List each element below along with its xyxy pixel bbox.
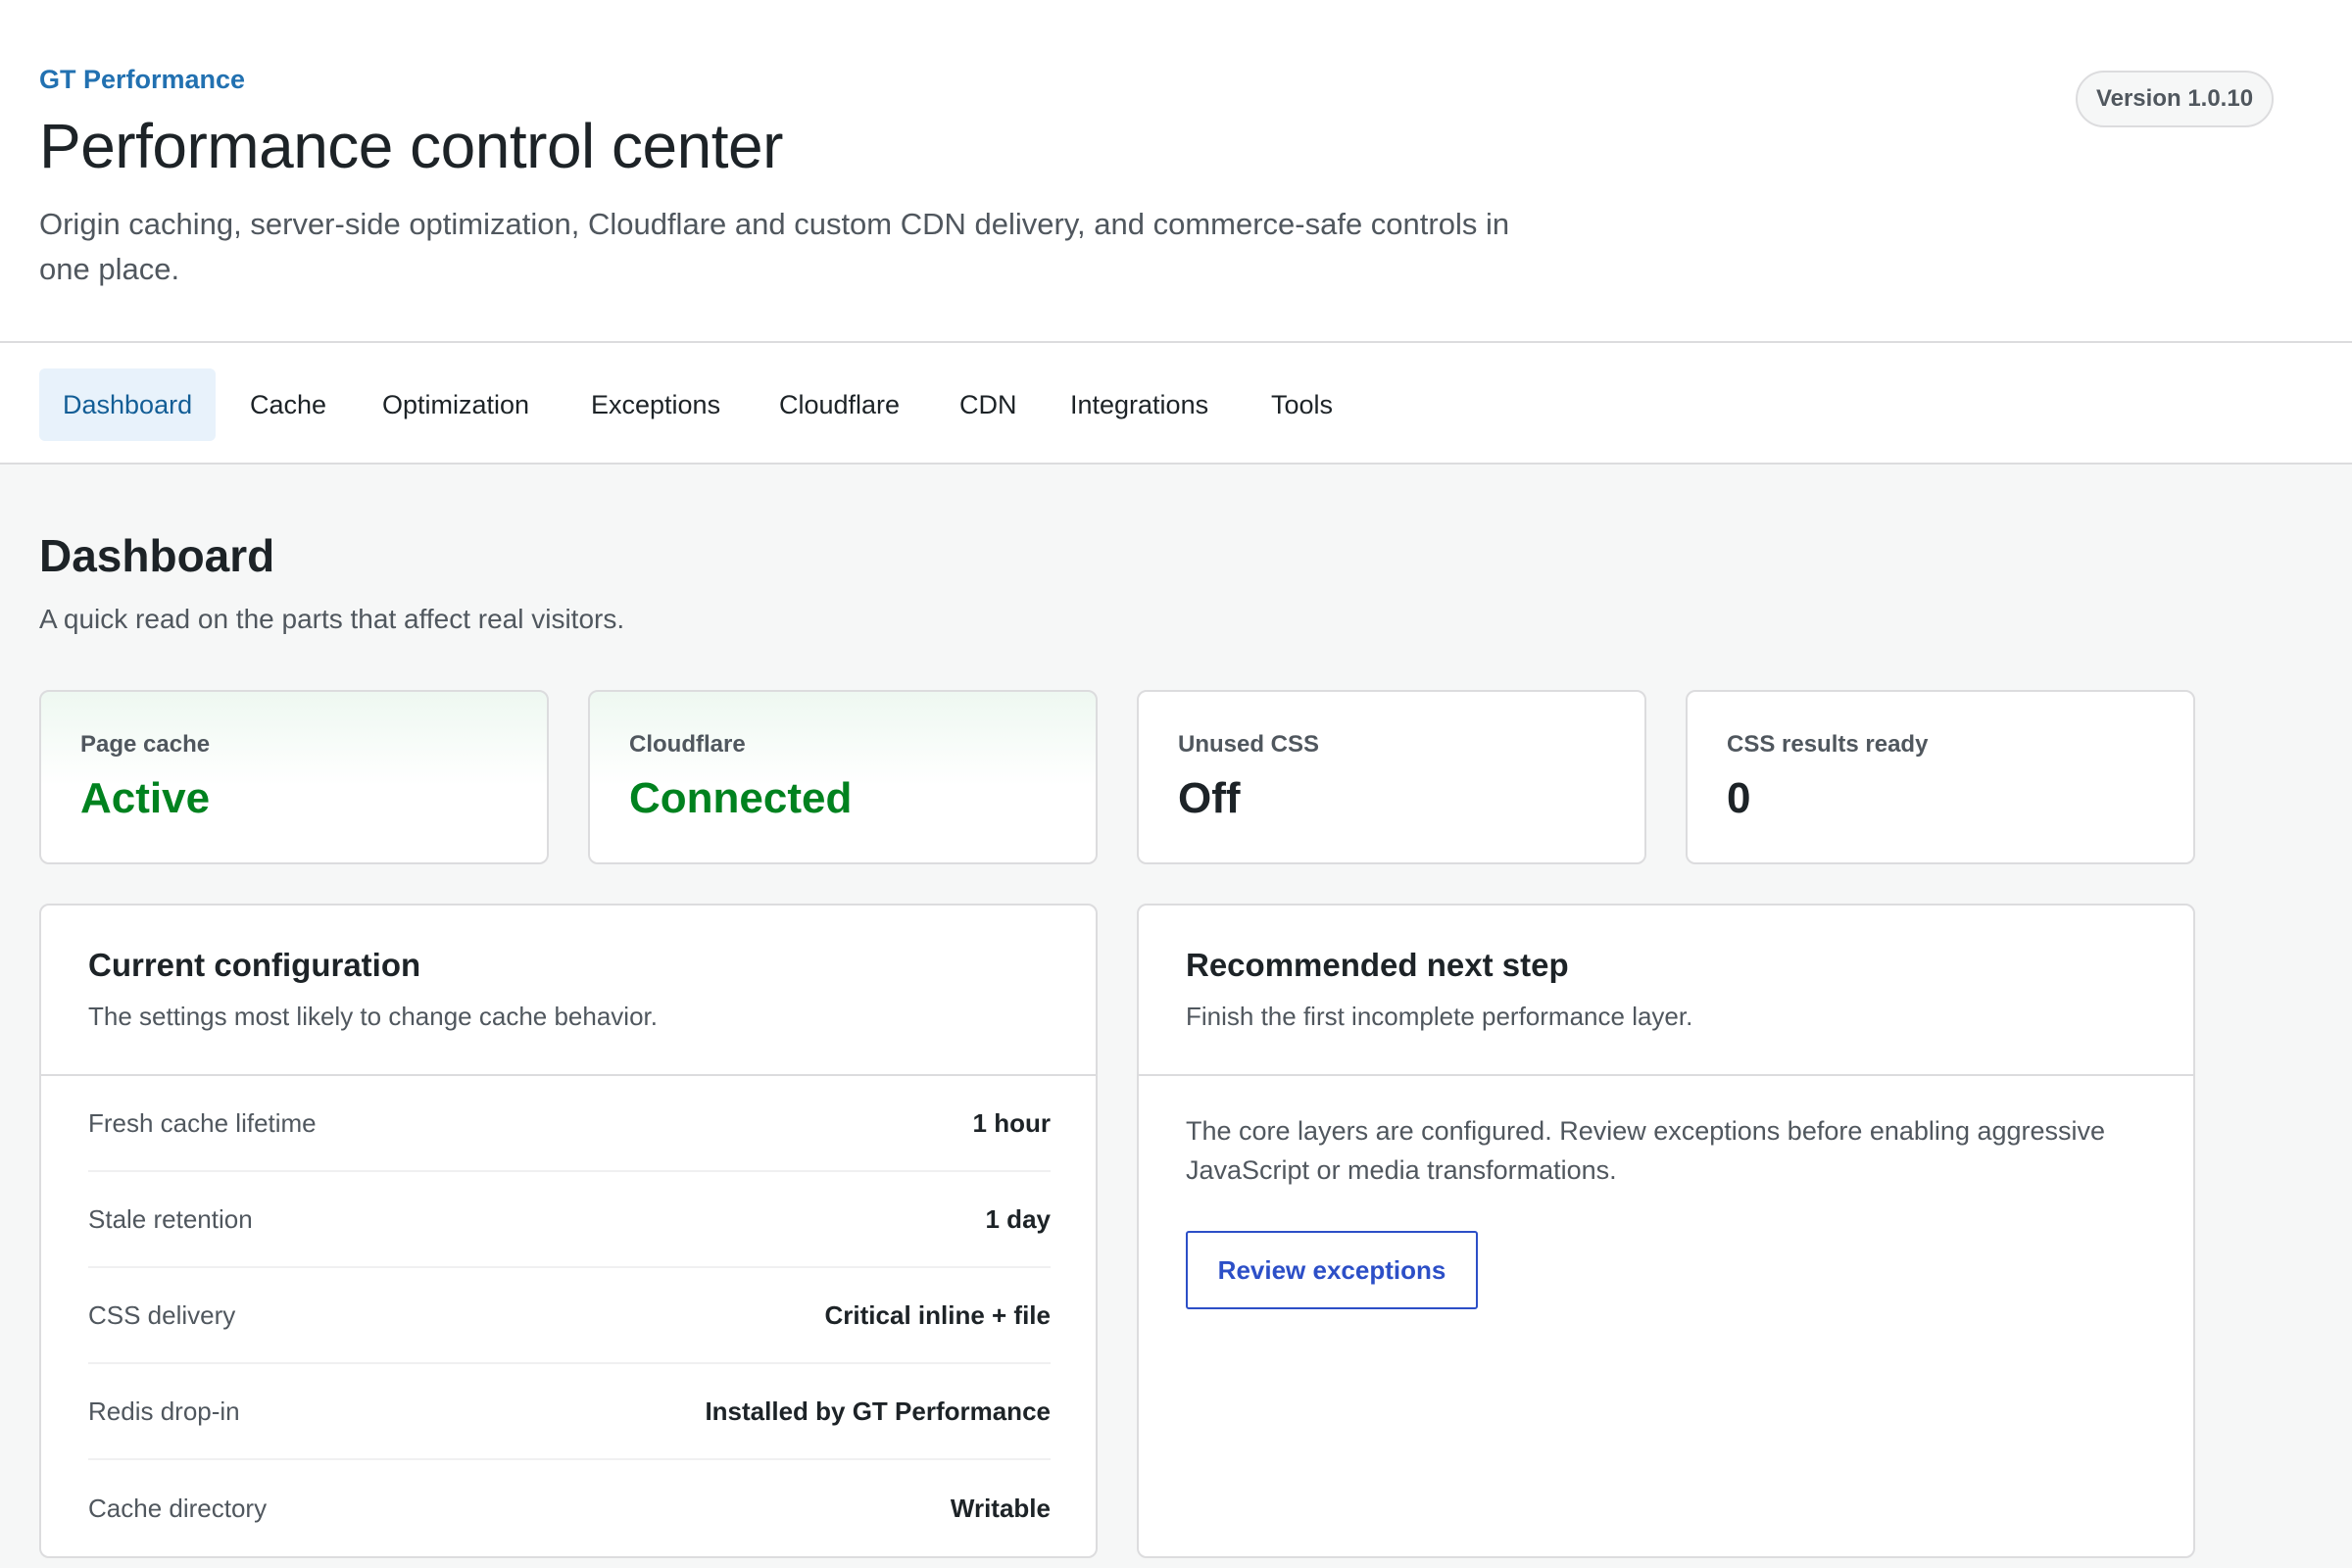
brand-name: GT Performance xyxy=(39,65,246,94)
panel-title: Recommended next step xyxy=(1186,947,1569,983)
tab-bar: Dashboard Cache Optimization Exceptions … xyxy=(0,343,2352,465)
config-value: Writable xyxy=(950,1493,1051,1523)
version-badge: Version 1.0.10 xyxy=(2076,71,2274,127)
tab-tools[interactable]: Tools xyxy=(1271,368,1333,441)
config-key: Cache directory xyxy=(88,1493,268,1523)
config-key: CSS delivery xyxy=(88,1299,236,1330)
stat-card-css-results: CSS results ready 0 xyxy=(1686,690,2195,864)
tab-cache[interactable]: Cache xyxy=(250,368,326,441)
stat-label: Page cache xyxy=(80,731,211,758)
config-value: 1 hour xyxy=(972,1107,1051,1138)
panel-title: Current configuration xyxy=(88,947,421,983)
review-exceptions-button[interactable]: Review exceptions xyxy=(1186,1231,1478,1309)
stat-value: Active xyxy=(80,774,211,822)
config-list: Fresh cache lifetime 1 hour Stale retent… xyxy=(88,1076,1051,1556)
config-row: Cache directory Writable xyxy=(88,1460,1051,1556)
config-key: Fresh cache lifetime xyxy=(88,1107,317,1138)
page-header: GT Performance Performance control cente… xyxy=(0,0,2352,343)
panel-description: Finish the first incomplete performance … xyxy=(1186,1002,1693,1031)
page-subtitle: Origin caching, server-side optimization… xyxy=(39,207,1510,286)
tab-cloudflare[interactable]: Cloudflare xyxy=(779,368,900,441)
config-value: Installed by GT Performance xyxy=(705,1396,1051,1426)
tab-optimization[interactable]: Optimization xyxy=(382,368,529,441)
section-title: Dashboard xyxy=(39,530,275,581)
tab-exceptions[interactable]: Exceptions xyxy=(591,368,720,441)
config-row: Fresh cache lifetime 1 hour xyxy=(88,1076,1051,1172)
config-value: Critical inline + file xyxy=(824,1299,1051,1330)
stat-value: Off xyxy=(1178,774,1241,822)
config-key: Stale retention xyxy=(88,1203,253,1234)
config-row: Stale retention 1 day xyxy=(88,1172,1051,1268)
stat-value: Connected xyxy=(629,774,853,822)
stat-card-page-cache: Page cache Active xyxy=(39,690,549,864)
stat-value: 0 xyxy=(1727,774,1751,822)
panel-description: The settings most likely to change cache… xyxy=(88,1002,658,1031)
stat-label: Unused CSS xyxy=(1178,731,1320,758)
config-value: 1 day xyxy=(985,1203,1052,1234)
panel-header: Current configuration The settings most … xyxy=(41,906,1096,1076)
stat-card-cloudflare: Cloudflare Connected xyxy=(588,690,1098,864)
panel-header: Recommended next step Finish the first i… xyxy=(1139,906,2193,1076)
stat-label: Cloudflare xyxy=(629,731,746,758)
section-description: A quick read on the parts that affect re… xyxy=(39,604,625,634)
tab-dashboard[interactable]: Dashboard xyxy=(39,368,217,441)
tab-cdn[interactable]: CDN xyxy=(959,368,1017,441)
recommendation-text: The core layers are configured. Review e… xyxy=(1186,1116,2106,1185)
current-configuration-panel: Current configuration The settings most … xyxy=(39,904,1098,1558)
config-row: CSS delivery Critical inline + file xyxy=(88,1268,1051,1364)
recommended-next-step-panel: Recommended next step Finish the first i… xyxy=(1137,904,2195,1558)
page-title: Performance control center xyxy=(39,111,783,181)
tab-integrations[interactable]: Integrations xyxy=(1070,368,1208,441)
stat-card-unused-css: Unused CSS Off xyxy=(1137,690,1646,864)
config-key: Redis drop-in xyxy=(88,1396,240,1426)
stat-label: CSS results ready xyxy=(1727,731,1929,758)
config-row: Redis drop-in Installed by GT Performanc… xyxy=(88,1364,1051,1460)
